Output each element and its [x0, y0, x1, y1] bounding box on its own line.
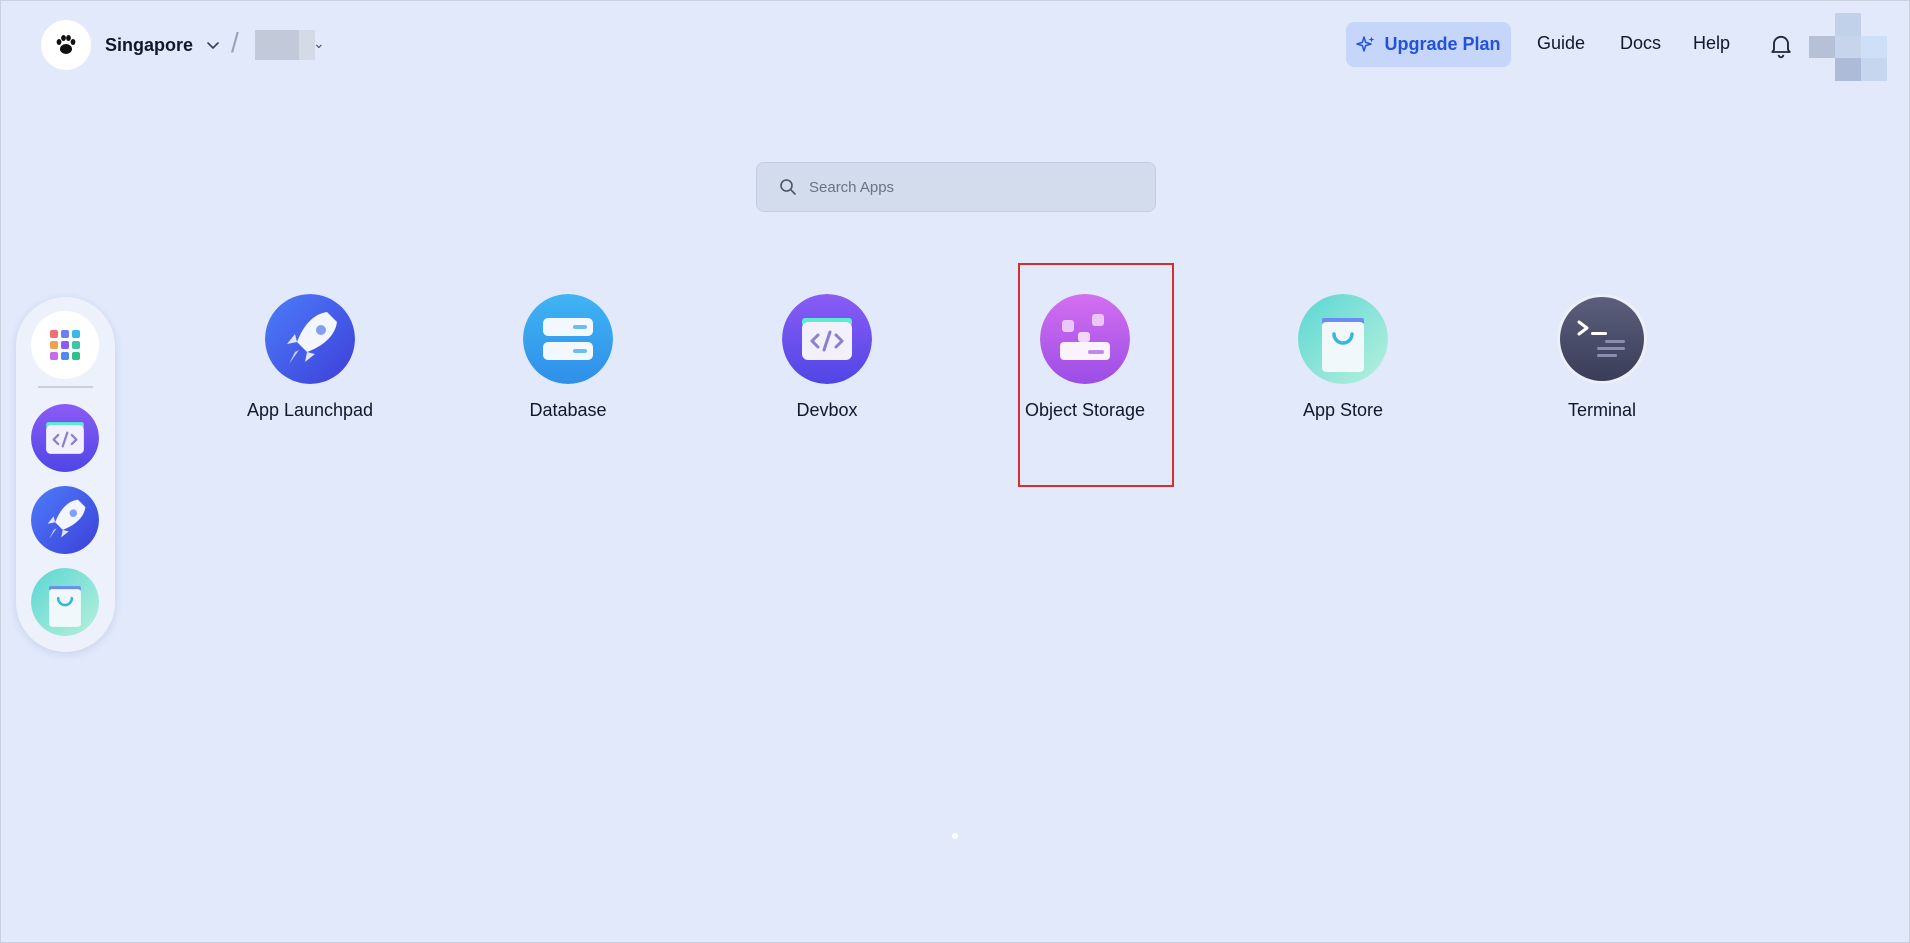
dock-app-grid[interactable]: [31, 311, 99, 379]
code-window-icon: [782, 294, 872, 384]
region-selector[interactable]: Singapore: [105, 30, 221, 60]
namespace-caret-icon: ⌄: [313, 35, 325, 51]
app-label: App Launchpad: [246, 400, 374, 420]
desktop: Singapore / ⌄ Upgrade Plan Guide Docs He…: [0, 0, 1910, 943]
docs-link[interactable]: Docs: [1620, 33, 1661, 54]
app-terminal[interactable]: Terminal: [1502, 294, 1702, 424]
dock: [16, 297, 115, 652]
app-launchpad[interactable]: App Launchpad: [210, 294, 410, 424]
app-label: Database: [529, 400, 607, 420]
search-input[interactable]: [809, 178, 1129, 196]
rocket-icon: [265, 294, 355, 384]
upgrade-plan-button[interactable]: Upgrade Plan: [1346, 22, 1511, 67]
shopping-bag-icon: [1298, 294, 1388, 384]
breadcrumb-separator: /: [231, 27, 239, 58]
dock-devbox[interactable]: [31, 404, 99, 472]
logo-icon[interactable]: [41, 20, 91, 70]
app-label: App Store: [1302, 400, 1384, 420]
bell-icon[interactable]: [1767, 31, 1795, 59]
help-link[interactable]: Help: [1693, 33, 1730, 54]
namespace-selector[interactable]: [255, 30, 315, 60]
object-storage-icon: [1040, 294, 1130, 384]
grid-apps-icon: [50, 330, 80, 360]
region-label: Singapore: [105, 34, 194, 55]
app-database[interactable]: Database: [468, 294, 668, 424]
database-icon: [523, 294, 613, 384]
rocket-icon: [31, 486, 99, 554]
app-label: Devbox: [796, 400, 858, 420]
upgrade-plan-label: Upgrade Plan: [1384, 34, 1501, 54]
dock-divider: [38, 386, 93, 388]
app-label: Object Storage: [1024, 400, 1146, 420]
app-object-storage[interactable]: Object Storage: [985, 294, 1185, 424]
loading-dot: [952, 833, 958, 839]
code-window-icon: [31, 404, 99, 472]
app-store[interactable]: App Store: [1243, 294, 1443, 424]
chevron-down-icon: [207, 42, 219, 50]
app-devbox[interactable]: Devbox: [727, 294, 927, 424]
search-icon: [780, 179, 796, 195]
sparkle-icon: [1356, 35, 1375, 52]
dock-app-store[interactable]: [31, 568, 99, 636]
dock-app-launchpad[interactable]: [31, 486, 99, 554]
shopping-bag-icon: [31, 568, 99, 636]
avatar[interactable]: [1809, 13, 1887, 81]
search-bar[interactable]: [756, 162, 1156, 212]
app-label: Terminal: [1567, 400, 1637, 420]
terminal-icon: [1557, 294, 1647, 384]
guide-link[interactable]: Guide: [1537, 33, 1585, 54]
